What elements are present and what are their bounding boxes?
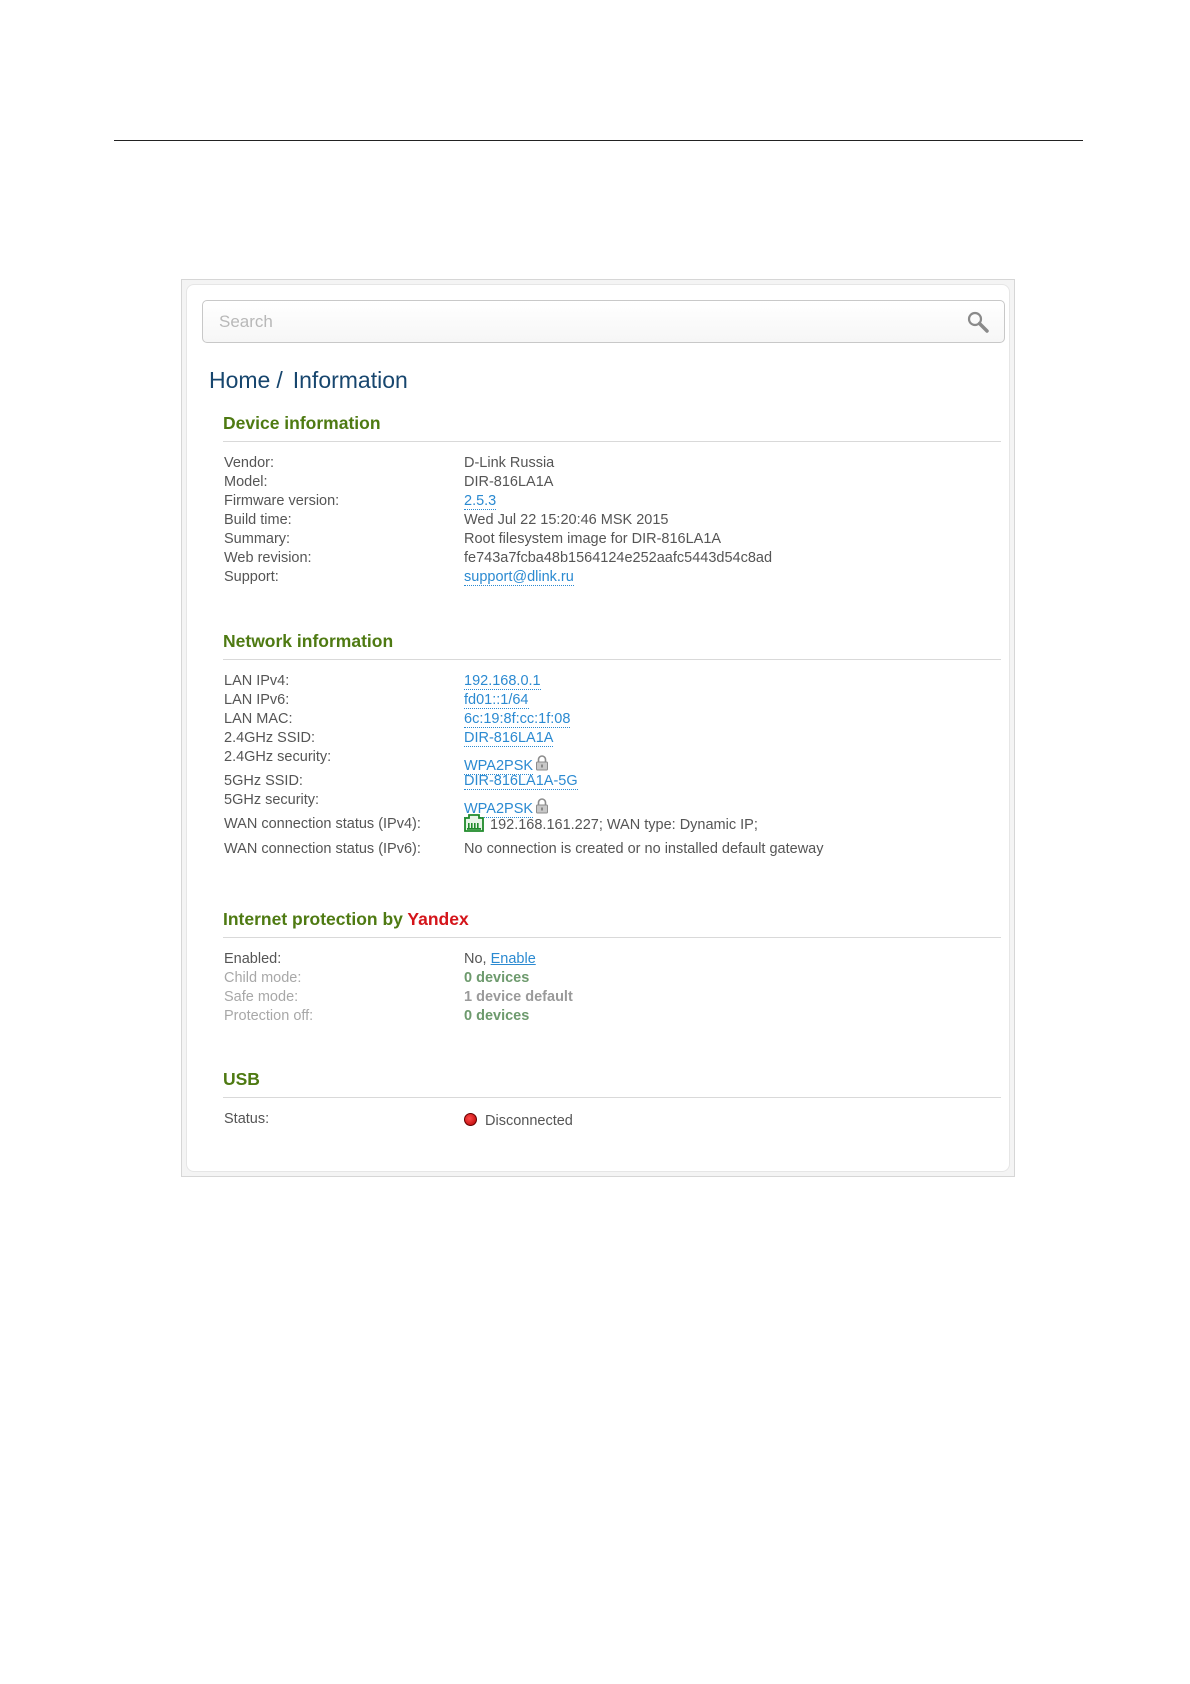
- lock-icon: [536, 755, 549, 771]
- child-mode-value: 0 devices: [464, 970, 530, 986]
- section-title-protection: Internet protection by Yandex: [223, 909, 1001, 935]
- network-information-section: Network information LAN IPv4: 192.168.0.…: [223, 631, 1001, 857]
- breadcrumb: Home / Information: [209, 367, 408, 394]
- row-label: Build time:: [224, 512, 292, 528]
- internet-protection-section: Internet protection by Yandex Enabled: N…: [223, 909, 1001, 1024]
- row-label: 5GHz security:: [224, 792, 320, 808]
- firmware-version-link[interactable]: 2.5.3: [464, 493, 497, 510]
- search-icon[interactable]: [966, 310, 990, 334]
- safe-mode-value: 1 device default: [464, 989, 573, 1005]
- row-label: Status:: [224, 1111, 270, 1127]
- row-label: Safe mode:: [224, 989, 299, 1005]
- lock-icon: [536, 798, 549, 814]
- row-label: 2.4GHz security:: [224, 749, 332, 765]
- wan-ipv6-status-value: No connection is created or no installed…: [464, 841, 824, 857]
- breadcrumb-separator: /: [276, 367, 283, 393]
- ssid-5ghz-link[interactable]: DIR-816LA1A-5G: [464, 773, 578, 790]
- row-label: Enabled:: [224, 951, 282, 967]
- usb-section: USB Status: Disconnected: [223, 1069, 1001, 1129]
- wan-ipv4-status-value: 192.168.161.227; WAN type: Dynamic IP;: [490, 817, 758, 833]
- row-label: LAN IPv6:: [224, 692, 290, 708]
- support-email-link[interactable]: support@dlink.ru: [464, 569, 574, 586]
- model-value: DIR-816LA1A: [464, 474, 554, 490]
- information-page: Home/ Information Device information Vend…: [186, 284, 1010, 1172]
- section-divider: [223, 1097, 1001, 1098]
- enable-protection-link[interactable]: Enable: [491, 951, 536, 967]
- section-divider: [223, 937, 1001, 938]
- ethernet-port-icon: [464, 814, 484, 832]
- row-label: WAN connection status (IPv4):: [224, 816, 421, 832]
- row-label: Vendor:: [224, 455, 274, 471]
- protection-off-value: 0 devices: [464, 1008, 530, 1024]
- row-label: Child mode:: [224, 970, 302, 986]
- summary-value: Root filesystem image for DIR-816LA1A: [464, 531, 722, 547]
- lan-ipv4-link[interactable]: 192.168.0.1: [464, 673, 541, 690]
- screenshot-frame: Home/ Information Device information Vend…: [181, 279, 1015, 1177]
- lan-mac-link[interactable]: 6c:19:8f:cc:1f:08: [464, 711, 571, 728]
- row-label: 2.4GHz SSID:: [224, 730, 316, 746]
- row-label: LAN MAC:: [224, 711, 293, 727]
- section-divider: [223, 659, 1001, 660]
- row-label: Protection off:: [224, 1008, 314, 1024]
- yandex-brand: Yandex: [407, 909, 469, 929]
- row-label: 5GHz SSID:: [224, 773, 303, 789]
- row-label: Model:: [224, 474, 268, 490]
- section-title-usb: USB: [223, 1069, 260, 1089]
- protection-title-prefix: Internet protection by: [223, 909, 408, 929]
- web-revision-value: fe743a7fcba48b1564124e252aafc5443d54c8ad: [464, 550, 773, 566]
- breadcrumb-home[interactable]: Home: [209, 367, 270, 393]
- row-label: Web revision:: [224, 550, 312, 566]
- row-label: Summary:: [224, 531, 291, 547]
- breadcrumb-current: Information: [292, 367, 408, 393]
- usb-status-value: Disconnected: [485, 1113, 573, 1129]
- section-divider: [223, 441, 1001, 442]
- row-label: LAN IPv4:: [224, 673, 290, 689]
- row-label: WAN connection status (IPv6):: [224, 841, 421, 857]
- ssid-24ghz-link[interactable]: DIR-816LA1A: [464, 730, 554, 747]
- section-title-network: Network information: [223, 631, 394, 651]
- protection-enabled-value: No,: [464, 951, 487, 967]
- vendor-value: D-Link Russia: [464, 455, 555, 471]
- row-label: Firmware version:: [224, 493, 340, 509]
- lan-ipv6-link[interactable]: fd01::1/64: [464, 692, 529, 709]
- page-top-rule: [114, 140, 1083, 141]
- search-input[interactable]: [203, 301, 959, 342]
- status-disconnected-icon: [464, 1113, 477, 1126]
- section-title-device: Device information: [223, 413, 381, 433]
- build-time-value: Wed Jul 22 15:20:46 MSK 2015: [464, 512, 669, 528]
- search-box[interactable]: [202, 300, 1005, 343]
- row-label: Support:: [224, 569, 279, 585]
- device-information-section: Device information Vendor: D-Link Russia…: [223, 413, 1001, 586]
